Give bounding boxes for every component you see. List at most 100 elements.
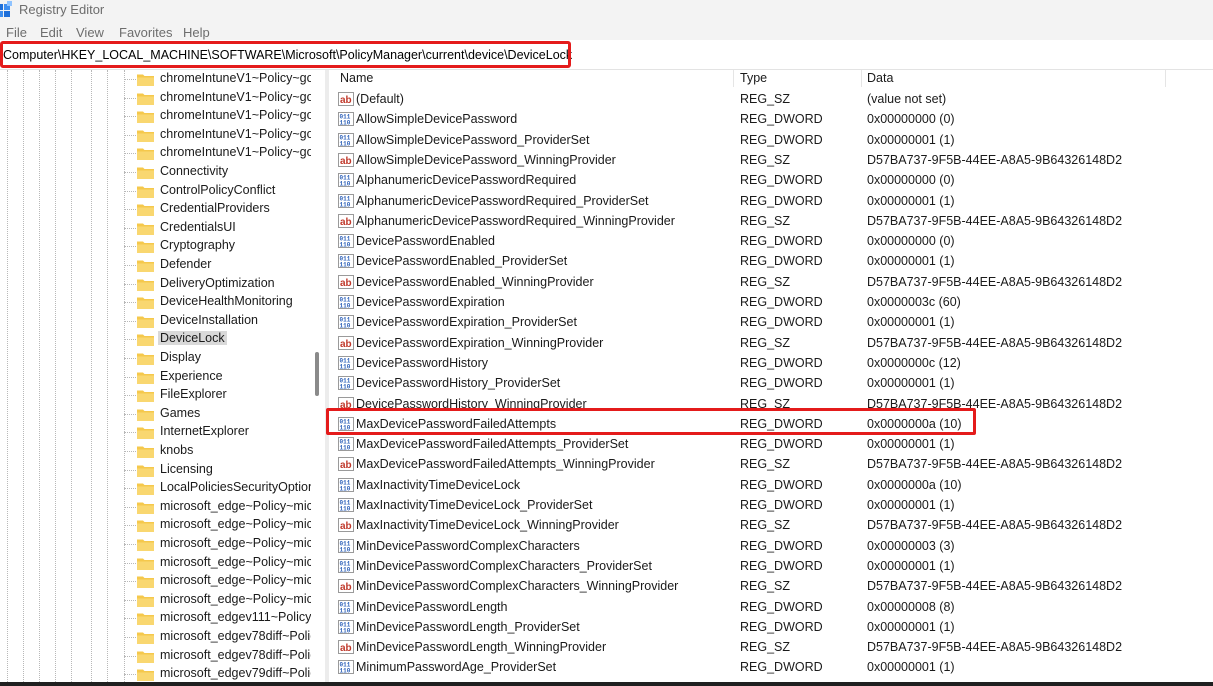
tree-item[interactable]: chromeIntuneV1~Policy~googlechrome (136, 107, 311, 125)
value-row[interactable]: 011 110 MinDevicePasswordLength_ProviderSe… (329, 617, 1213, 637)
tree-item[interactable]: microsoft_edge~Policy~microsoft_edge (136, 516, 311, 534)
tree-item[interactable]: microsoft_edgev78diff~Policy~microsoft_e… (136, 628, 311, 646)
value-row[interactable]: 011 110 AllowSimpleDevicePassword_Provider… (329, 130, 1213, 150)
value-name: DevicePasswordExpiration (356, 295, 505, 309)
value-row[interactable]: 011 110 AlphanumericDevicePasswordRequired… (329, 170, 1213, 190)
value-row[interactable]: ab MaxInactivityTimeDeviceLock_WinningPro… (329, 515, 1213, 535)
value-row[interactable]: ab MinDevicePasswordLength_WinningProvide… (329, 637, 1213, 657)
tree-item-label: ControlPolicyConflict (160, 182, 276, 197)
value-row[interactable]: 011 110 MinDevicePasswordLength REG_DWORD 0x… (329, 597, 1213, 617)
value-row-highlighted[interactable]: 011 110 MaxDevicePasswordFailedAttempts REG… (329, 414, 1213, 434)
tree-item[interactable]: Cryptography (136, 237, 311, 255)
address-bar[interactable]: Computer\HKEY_LOCAL_MACHINE\SOFTWARE\Mic… (0, 40, 1213, 70)
tree-item[interactable]: microsoft_edgev111~Policy~microsoft_edge (136, 609, 311, 627)
tree-item[interactable]: Connectivity (136, 163, 311, 181)
tree-item[interactable]: microsoft_edge~Policy~microsoft_edge (136, 572, 311, 590)
value-row[interactable]: 011 110 DevicePasswordEnabled REG_DWORD 0x00… (329, 231, 1213, 251)
menu-view[interactable]: View (76, 25, 104, 40)
tree-item[interactable]: knobs (136, 442, 311, 460)
value-row[interactable]: ab MaxDevicePasswordFailedAttempts_Winnin… (329, 454, 1213, 474)
tree-item[interactable]: DeviceInstallation (136, 312, 311, 330)
folder-icon (137, 316, 154, 328)
value-type: REG_DWORD (740, 498, 823, 512)
value-data: D57BA737-9F5B-44EE-A8A5-9B64326148D2 (867, 518, 1123, 533)
value-row[interactable]: 011 110 MinimumPasswordAge_ProviderSet REG_… (329, 657, 1213, 677)
value-type: REG_DWORD (740, 619, 823, 634)
tree-item[interactable]: Defender (136, 256, 311, 274)
value-row[interactable]: 011 110 DevicePasswordHistory REG_DWORD 0x00… (329, 353, 1213, 373)
string-value-icon: ab (338, 152, 354, 167)
string-value-icon: ab (338, 457, 354, 472)
tree-item[interactable]: Experience (136, 368, 311, 386)
value-row[interactable]: ab DevicePasswordExpiration_WinningProvid… (329, 333, 1213, 353)
value-name: (Default) (356, 92, 404, 106)
tree-item[interactable]: chromeIntuneV1~Policy~googlechrome (136, 70, 311, 88)
tree-item[interactable]: CredentialsUI (136, 219, 311, 237)
tree-item[interactable]: LocalPoliciesSecurityOptions (136, 479, 311, 497)
menu-help[interactable]: Help (183, 25, 210, 40)
value-type: REG_SZ (740, 640, 791, 655)
tree-item[interactable]: DeviceHealthMonitoring (136, 293, 311, 311)
value-row[interactable]: ab AlphanumericDevicePasswordRequired_Win… (329, 211, 1213, 231)
key-tree-pane[interactable]: chromeIntuneV1~Policy~googlechrome chrome… (0, 70, 325, 682)
value-type: REG_DWORD (740, 254, 823, 269)
value-row[interactable]: 011 110 AlphanumericDevicePasswordRequired… (329, 191, 1213, 211)
tree-item[interactable]: microsoft_edge~Policy~microsoft_edge (136, 535, 311, 553)
address-path[interactable]: Computer\HKEY_LOCAL_MACHINE\SOFTWARE\Mic… (3, 48, 572, 62)
tree-item[interactable]: Licensing (136, 461, 311, 479)
string-value-icon: ab (338, 335, 354, 350)
tree-item[interactable]: chromeIntuneV1~Policy~googlechrome (136, 89, 311, 107)
tree-item[interactable]: chromeIntuneV1~Policy~googlechrome (136, 144, 311, 162)
value-name: MinDevicePasswordComplexCharacters_Provi… (356, 558, 652, 573)
svg-text:ab: ab (340, 460, 352, 471)
tree-item[interactable]: DeviceLock (136, 330, 311, 348)
column-header-name[interactable]: Name (340, 71, 373, 88)
value-row[interactable]: 011 110 DevicePasswordExpiration REG_DWORD 0… (329, 292, 1213, 312)
value-row[interactable]: 011 110 MaxInactivityTimeDeviceLock_Provid… (329, 495, 1213, 515)
value-data: D57BA737-9F5B-44EE-A8A5-9B64326148D2 (867, 640, 1123, 655)
menu-favorites[interactable]: Favorites (119, 25, 172, 40)
tree-item[interactable]: DeliveryOptimization (136, 275, 311, 293)
value-row[interactable]: 011 110 MaxDevicePasswordFailedAttempts_Pr… (329, 434, 1213, 454)
value-row[interactable]: 011 110 MinDevicePasswordComplexCharacters… (329, 536, 1213, 556)
tree-item[interactable]: microsoft_edge~Policy~microsoft_edge (136, 591, 311, 609)
value-row[interactable]: ab DevicePasswordEnabled_WinningProvider R… (329, 272, 1213, 292)
value-row[interactable]: 011 110 DevicePasswordEnabled_ProviderSet R… (329, 251, 1213, 271)
svg-text:ab: ab (340, 95, 352, 106)
column-header-data[interactable]: Data (867, 71, 893, 88)
folder-icon (137, 465, 154, 477)
svg-text:110: 110 (340, 363, 351, 370)
tree-item-label: microsoft_edgev79diff~Policy~microsoft_e… (160, 666, 311, 681)
menu-file[interactable]: File (6, 25, 27, 40)
value-row[interactable]: 011 110 MinDevicePasswordComplexCharacters… (329, 556, 1213, 576)
value-row[interactable]: ab AllowSimpleDevicePassword_WinningProvi… (329, 150, 1213, 170)
tree-item[interactable]: microsoft_edgev79diff~Policy~microsoft_e… (136, 665, 311, 682)
values-list-pane[interactable]: Name Type Data ab (Default) REG_SZ (value n… (329, 70, 1213, 682)
tree-item[interactable]: microsoft_edgev78diff~Policy~microsoft_e… (136, 647, 311, 665)
tree-item[interactable]: ControlPolicyConflict (136, 182, 311, 200)
folder-icon (137, 186, 154, 198)
value-row[interactable]: ab (Default) REG_SZ (value not set) (329, 89, 1213, 109)
tree-item[interactable]: CredentialProviders (136, 200, 311, 218)
value-row[interactable]: 011 110 AllowSimpleDevicePassword REG_DWORD… (329, 109, 1213, 129)
tree-item[interactable]: FileExplorer (136, 386, 311, 404)
value-row[interactable]: 011 110 DevicePasswordHistory_ProviderSet R… (329, 373, 1213, 393)
tree-item[interactable]: Games (136, 405, 311, 423)
folder-icon (137, 595, 154, 607)
tree-item[interactable]: Display (136, 349, 311, 367)
tree-item[interactable]: InternetExplorer (136, 423, 311, 441)
tree-item[interactable]: microsoft_edge~Policy~microsoft_edge (136, 554, 311, 572)
tree-item[interactable]: chromeIntuneV1~Policy~googlechrome (136, 126, 311, 144)
value-row[interactable]: 011 110 DevicePasswordExpiration_ProviderS… (329, 312, 1213, 332)
tree-scrollbar-thumb[interactable] (315, 352, 319, 396)
column-header-type[interactable]: Type (740, 71, 767, 88)
value-row[interactable]: ab DevicePasswordHistory_WinningProvider R… (329, 394, 1213, 414)
menu-edit[interactable]: Edit (40, 25, 62, 40)
tree-item-label: chromeIntuneV1~Policy~googlechrome (160, 89, 311, 104)
svg-text:ab: ab (340, 643, 352, 654)
value-data: D57BA737-9F5B-44EE-A8A5-9B64326148D2 (867, 579, 1123, 594)
value-row[interactable]: ab MinDevicePasswordComplexCharacters_Win… (329, 576, 1213, 596)
tree-item[interactable]: microsoft_edge~Policy~microsoft_edge (136, 498, 311, 516)
window-title: Registry Editor (19, 2, 105, 17)
value-row[interactable]: 011 110 MaxInactivityTimeDeviceLock REG_DWO… (329, 475, 1213, 495)
